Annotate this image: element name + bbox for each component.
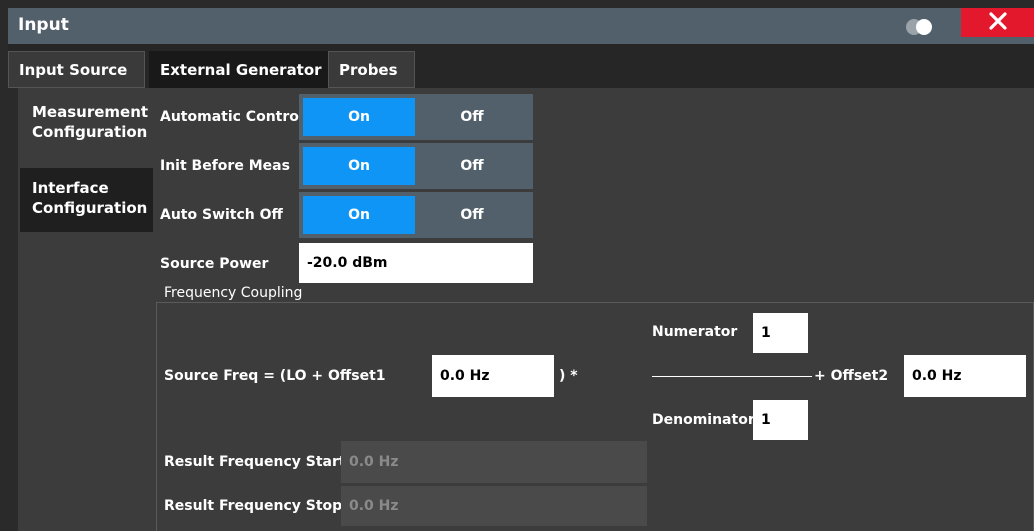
sidenav-item-label: Measurement Configuration <box>32 103 149 141</box>
offset2-label: + Offset2 <box>814 368 889 384</box>
tab-external-generator[interactable]: External Generator <box>149 51 329 88</box>
fraction-line <box>652 376 812 377</box>
sidenav-item-measurement-configuration[interactable]: Measurement Configuration <box>20 92 153 150</box>
close-icon <box>988 11 1007 34</box>
init-before-meas-toggle: On Off <box>299 143 533 189</box>
tab-probes[interactable]: Probes <box>328 51 415 88</box>
numerator-label: Numerator <box>652 324 738 340</box>
sidenav-item-label: Interface Configuration <box>32 179 148 217</box>
display-toggle-icon[interactable] <box>905 18 933 36</box>
close-button[interactable] <box>961 8 1034 37</box>
source-power-field[interactable]: -20.0 dBm <box>299 243 533 283</box>
result-frequency-start-field: 0.0 Hz <box>341 441 647 483</box>
auto-switch-off-label: Auto Switch Off <box>160 207 283 223</box>
init-before-meas-off-button[interactable]: Off <box>416 147 528 185</box>
frequency-coupling-title: Frequency Coupling <box>164 285 303 301</box>
init-before-meas-on-button[interactable]: On <box>303 147 415 185</box>
window-title: Input <box>18 15 69 35</box>
tab-bar: Input Source External Generator Probes <box>8 44 1034 88</box>
auto-switch-off-toggle: On Off <box>299 192 533 238</box>
automatic-control-on-button[interactable]: On <box>303 98 415 136</box>
result-frequency-stop-label: Result Frequency Stop <box>164 498 343 514</box>
tab-input-source[interactable]: Input Source <box>8 51 145 88</box>
side-navigation: Measurement Configuration Interface Conf… <box>20 92 153 531</box>
denominator-label: Denominator <box>652 412 755 428</box>
automatic-control-off-button[interactable]: Off <box>416 98 528 136</box>
offset2-field[interactable]: 0.0 Hz <box>904 355 1026 397</box>
init-before-meas-label: Init Before Meas <box>160 158 290 174</box>
denominator-field[interactable]: 1 <box>753 400 808 440</box>
sidenav-item-interface-configuration[interactable]: Interface Configuration <box>20 168 153 232</box>
automatic-control-toggle: On Off <box>299 94 533 140</box>
automatic-control-label: Automatic Control <box>160 109 304 125</box>
result-frequency-stop-field: 0.0 Hz <box>341 486 647 526</box>
auto-switch-off-off-button[interactable]: Off <box>416 196 528 234</box>
source-power-label: Source Power <box>160 256 269 272</box>
offset1-field[interactable]: 0.0 Hz <box>432 355 554 397</box>
title-bar: Input <box>8 8 1034 44</box>
numerator-field[interactable]: 1 <box>753 313 808 353</box>
source-freq-label: Source Freq = (LO + Offset1 <box>164 368 386 384</box>
auto-switch-off-on-button[interactable]: On <box>303 196 415 234</box>
close-paren-label: ) * <box>559 368 578 384</box>
result-frequency-start-label: Result Frequency Start <box>164 454 346 470</box>
